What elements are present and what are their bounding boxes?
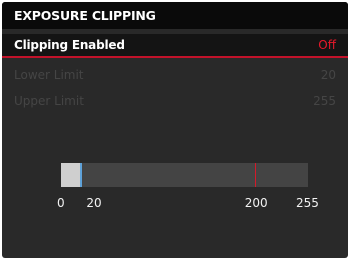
menu-item-value: 20 [320, 68, 336, 82]
menu-item-label: Upper Limit [14, 94, 84, 108]
menu-item-upper-limit[interactable]: Upper Limit 255 [2, 90, 348, 112]
clipping-range-scale [61, 163, 308, 187]
header-bar: EXPOSURE CLIPPING [2, 2, 348, 29]
scale-tick-label: 20 [86, 196, 102, 210]
menu-item-label: Lower Limit [14, 68, 84, 82]
menu-item-value: Off [318, 38, 336, 52]
exposure-clipping-screen: EXPOSURE CLIPPING Clipping Enabled Off L… [2, 2, 348, 258]
menu-item-clipping-enabled[interactable]: Clipping Enabled Off [2, 34, 348, 58]
menu-item-label: Clipping Enabled [14, 38, 125, 52]
scale-tick-label: 255 [296, 196, 319, 210]
lower-clip-region [61, 163, 81, 187]
scale-tick-label: 0 [57, 196, 65, 210]
lower-limit-marker [80, 163, 83, 187]
upper-limit-marker [254, 163, 256, 187]
menu-item-value: 255 [313, 94, 336, 108]
page-title: EXPOSURE CLIPPING [14, 8, 156, 23]
menu-item-lower-limit[interactable]: Lower Limit 20 [2, 64, 348, 86]
scale-tick-label: 200 [244, 196, 268, 210]
